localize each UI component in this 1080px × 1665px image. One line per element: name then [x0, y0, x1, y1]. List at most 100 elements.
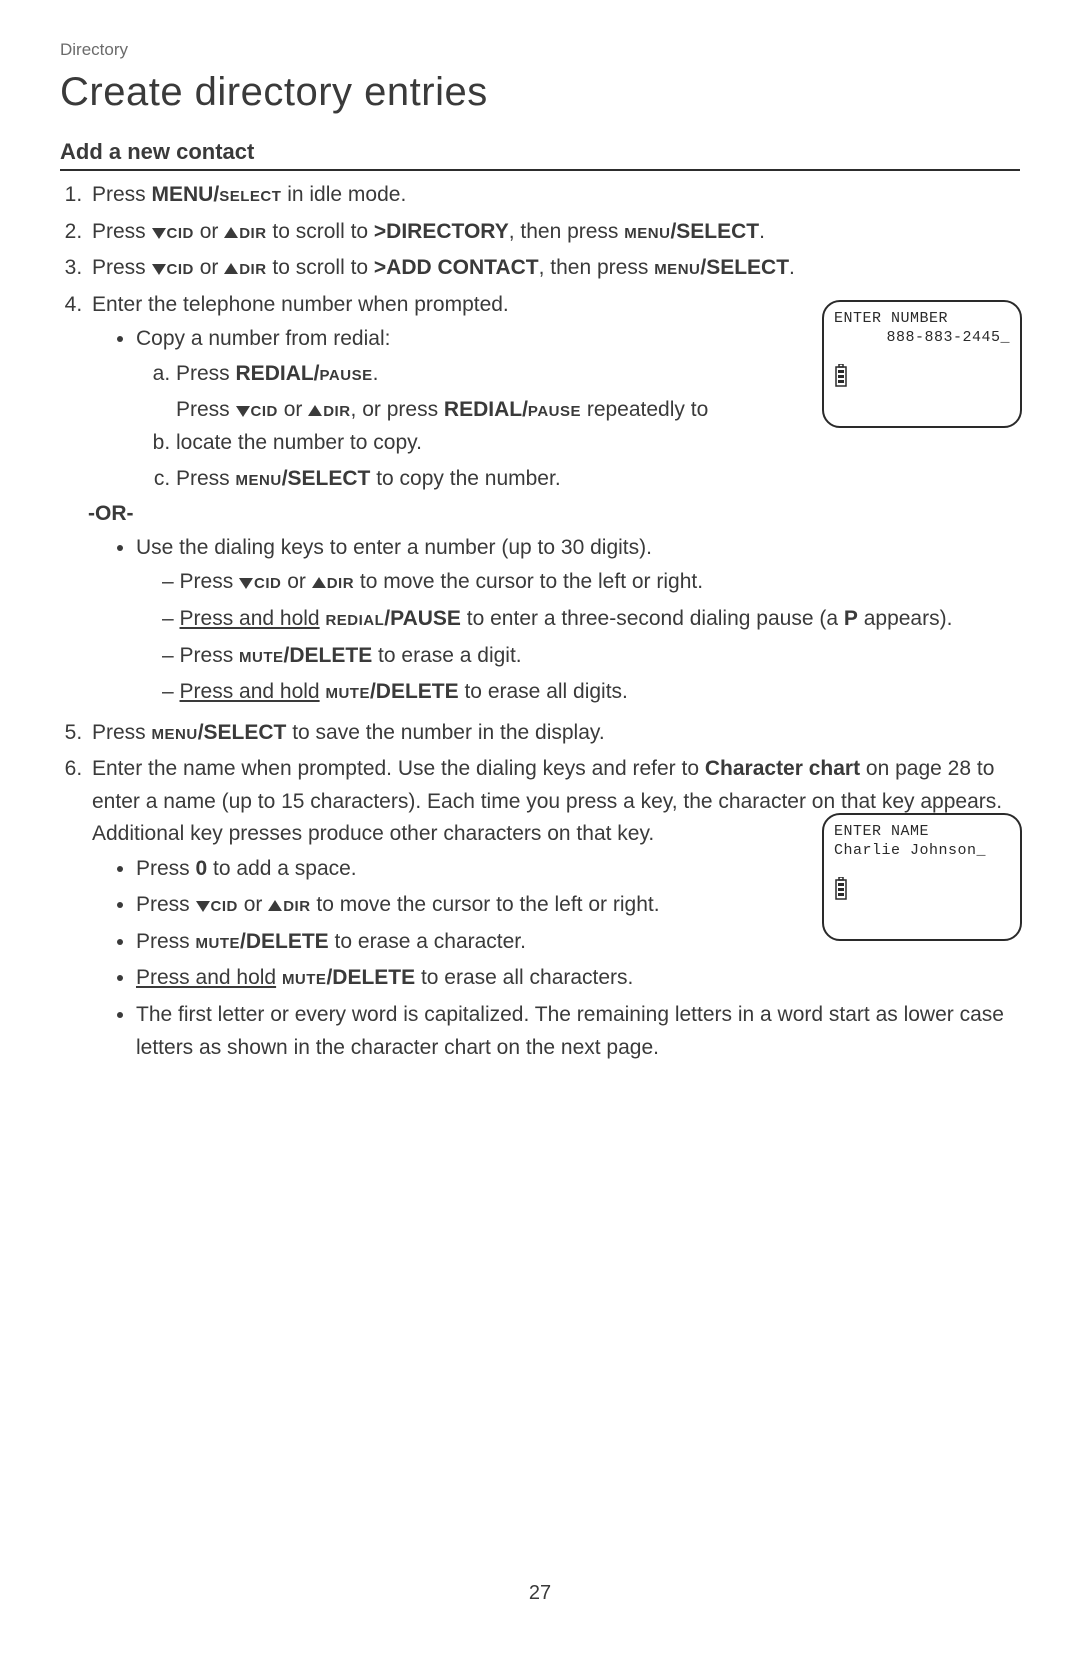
name-tip-erase-all: Press and hold mute/DELETE to erase all …: [136, 962, 1020, 995]
lcd-screen-number: ENTER NUMBER 888-883-2445_: [822, 300, 1022, 428]
key-cid: cid: [211, 893, 238, 916]
key-menu-select: menu/SELECT: [654, 256, 789, 279]
text: .: [789, 256, 795, 279]
key-cid: cid: [254, 570, 281, 593]
lcd-line1: ENTER NUMBER: [834, 310, 1010, 327]
step-4c: Press menu/SELECT to copy the number.: [176, 463, 1020, 496]
step-3: Press cid or dir to scroll to >ADD CONTA…: [88, 252, 1020, 285]
key-dir: dir: [327, 570, 354, 593]
text: to erase a digit.: [372, 644, 521, 667]
letter-p: P: [844, 607, 858, 630]
ref-character-chart: Character chart: [705, 757, 860, 780]
key-menu-select: MENU/select: [152, 183, 282, 206]
text: , then press: [509, 220, 625, 243]
text: to erase a character.: [329, 930, 526, 953]
key-zero: 0: [196, 857, 208, 880]
key-cid: cid: [167, 220, 194, 243]
battery-icon: [834, 877, 848, 901]
lcd-line1: ENTER NAME: [834, 823, 1010, 840]
text: , then press: [539, 256, 655, 279]
triangle-up-icon: [224, 220, 239, 243]
step-4-dial-intro: Use the dialing keys to enter a number (…: [136, 532, 1020, 709]
key-menu-select: menu/SELECT: [236, 467, 371, 490]
text: , or press: [351, 398, 444, 421]
text: Press: [180, 644, 240, 667]
text: The first letter or every word is capita…: [136, 1003, 1004, 1059]
text: Press: [136, 893, 196, 916]
triangle-up-icon: [268, 893, 283, 916]
text: to enter a three-second dialing pause (a: [461, 607, 844, 630]
text: Use the dialing keys to enter a number (…: [136, 536, 652, 559]
key-redial-pause: REDIAL/pause: [444, 398, 581, 421]
step-2: Press cid or dir to scroll to >DIRECTORY…: [88, 216, 1020, 249]
key-redial-pause: REDIAL/pause: [236, 362, 373, 385]
menu-add-contact: >ADD CONTACT: [374, 256, 539, 279]
lcd-line2: 888-883-2445_: [834, 329, 1010, 346]
page-title: Create directory entries: [60, 70, 1020, 115]
triangle-up-icon: [308, 398, 323, 421]
text: Press: [136, 857, 196, 880]
text: Press: [136, 930, 196, 953]
triangle-up-icon: [312, 570, 327, 593]
text: to copy the number.: [370, 467, 560, 490]
text: to save the number in the display.: [286, 721, 604, 744]
text: or: [278, 398, 308, 421]
text: Press: [176, 398, 236, 421]
breadcrumb: Directory: [60, 40, 1020, 60]
triangle-down-icon: [239, 570, 254, 593]
text: appears).: [858, 607, 953, 630]
text: Press: [176, 362, 236, 385]
lcd-line2: Charlie Johnson_: [834, 842, 1010, 859]
step-1: Press MENU/select in idle mode.: [88, 179, 1020, 212]
text: Copy a number from redial:: [136, 327, 390, 350]
text: Press: [92, 721, 152, 744]
text: Press and hold: [180, 680, 320, 703]
text: or: [194, 220, 224, 243]
key-dir: dir: [239, 256, 266, 279]
or-divider: -OR-: [88, 502, 1020, 526]
text: to move the cursor to the left or right.: [354, 570, 703, 593]
key-mute-delete: mute/DELETE: [196, 930, 329, 953]
menu-directory: >DIRECTORY: [374, 220, 509, 243]
text: .: [759, 220, 765, 243]
key-dir: dir: [323, 398, 350, 421]
key-redial-pause: redial/PAUSE: [325, 607, 460, 630]
manual-page: Directory Create directory entries Add a…: [0, 0, 1080, 1665]
text: Press: [92, 256, 152, 279]
text: Press: [92, 220, 152, 243]
dial-tip-pause: Press and hold redial/PAUSE to enter a t…: [162, 603, 1020, 636]
text: to scroll to: [267, 256, 374, 279]
text: Press: [92, 183, 152, 206]
text: to scroll to: [267, 220, 374, 243]
key-menu-select: menu/SELECT: [152, 721, 287, 744]
text: to erase all characters.: [415, 966, 633, 989]
key-mute-delete: mute/DELETE: [282, 966, 415, 989]
key-mute-delete: mute/DELETE: [325, 680, 458, 703]
triangle-down-icon: [152, 256, 167, 279]
triangle-down-icon: [152, 220, 167, 243]
text: Enter the telephone number when prompted…: [92, 293, 509, 316]
text: Press: [180, 570, 240, 593]
text: Press and hold: [180, 607, 320, 630]
text: or: [281, 570, 311, 593]
triangle-down-icon: [196, 893, 211, 916]
text: to add a space.: [207, 857, 356, 880]
key-menu-select: menu/SELECT: [624, 220, 759, 243]
key-dir: dir: [283, 893, 310, 916]
dial-tip-erase-digit: Press mute/DELETE to erase a digit.: [162, 640, 1020, 673]
key-dir: dir: [239, 220, 266, 243]
text: or: [238, 893, 268, 916]
text: to move the cursor to the left or right.: [311, 893, 660, 916]
battery-icon: [834, 364, 848, 388]
text: in idle mode.: [281, 183, 406, 206]
text: .: [373, 362, 379, 385]
key-cid: cid: [251, 398, 278, 421]
page-number: 27: [0, 1582, 1080, 1605]
text: Enter the name when prompted. Use the di…: [92, 757, 705, 780]
section-heading: Add a new contact: [60, 139, 1020, 171]
name-tip-caps: The first letter or every word is capita…: [136, 999, 1020, 1064]
text: Press: [176, 467, 236, 490]
text: Press and hold: [136, 966, 276, 989]
text: or: [194, 256, 224, 279]
dial-tip-cursor: Press cid or dir to move the cursor to t…: [162, 566, 1020, 599]
